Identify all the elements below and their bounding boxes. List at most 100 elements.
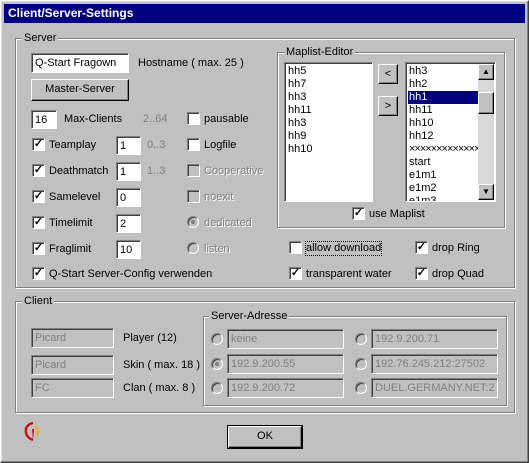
list-item[interactable]: hh7 xyxy=(287,78,372,91)
skin-label: Skin ( max. 18 ) xyxy=(123,359,201,371)
teamplay-checkbox[interactable]: ✓ xyxy=(32,138,45,151)
listen-label: listen xyxy=(204,243,230,255)
max-clients-range: 2..64 xyxy=(143,113,168,125)
cooperative-checkbox[interactable] xyxy=(187,164,200,177)
server-address-label: Server-Adresse xyxy=(209,310,290,322)
list-item[interactable]: hh3 xyxy=(287,117,372,130)
samelevel-checkbox[interactable]: ✓ xyxy=(32,190,45,203)
list-item[interactable]: hh3 xyxy=(408,65,478,78)
cooperative-label: Cooperative xyxy=(204,165,264,177)
move-left-button[interactable]: < xyxy=(378,64,398,84)
allow-download-checkbox[interactable] xyxy=(289,241,302,254)
scroll-down-button[interactable]: ▼ xyxy=(478,184,494,200)
deathmatch-label: Deathmatch xyxy=(49,165,109,177)
samelevel-label: Samelevel xyxy=(49,191,101,203)
deathmatch-range: 1..3 xyxy=(147,165,166,177)
list-item[interactable]: hh2 xyxy=(408,78,478,91)
address-input-6[interactable]: DUEL.GERMANY.NET:2 xyxy=(371,378,498,398)
fraglimit-label: Fraglimit xyxy=(49,243,92,255)
pausable-label: pausable xyxy=(204,113,249,125)
teamplay-input[interactable]: 1 xyxy=(116,136,141,155)
clan-label: Clan ( max. 8 ) xyxy=(123,382,196,394)
list-item[interactable]: hh3 xyxy=(287,91,372,104)
address-radio-2[interactable] xyxy=(355,333,367,345)
list-item[interactable]: hh11 xyxy=(287,104,372,117)
list-item[interactable]: hh11 xyxy=(408,104,478,117)
timelimit-input[interactable]: 2 xyxy=(116,214,141,233)
move-right-button[interactable]: > xyxy=(378,96,398,116)
address-input-1[interactable]: keine xyxy=(227,329,344,349)
hostname-label: Hostname ( max. 25 ) xyxy=(138,57,244,69)
use-maplist-label: use Maplist xyxy=(369,208,425,220)
radio-dot xyxy=(191,220,195,224)
dedicated-label: dedicated xyxy=(204,217,252,229)
settings-window: Client/Server-Settings Server Q-Start Fr… xyxy=(0,0,529,463)
teamplay-range: 0..3 xyxy=(147,139,166,151)
max-clients-label: Max-Clients xyxy=(64,113,123,125)
list-item[interactable]: e1m1 xyxy=(408,169,478,182)
drop-ring-checkbox[interactable]: ✓ xyxy=(415,241,428,254)
samelevel-input[interactable]: 0 xyxy=(116,188,141,207)
address-radio-1[interactable] xyxy=(211,333,223,345)
teamplay-label: Teamplay xyxy=(49,139,97,151)
address-input-3[interactable]: 192.9.200.55 xyxy=(227,354,344,374)
window-title: Client/Server-Settings xyxy=(4,4,525,23)
scroll-thumb[interactable] xyxy=(478,92,494,114)
logfile-label: Logfile xyxy=(204,139,237,151)
logfile-checkbox[interactable] xyxy=(187,138,200,151)
maplist-scrollbar[interactable] xyxy=(478,64,494,200)
list-item[interactable]: ×××××××××××××× xyxy=(408,143,486,156)
transparent-water-checkbox[interactable]: ✓ xyxy=(289,267,302,280)
dedicated-radio[interactable] xyxy=(187,216,199,228)
timelimit-checkbox[interactable]: ✓ xyxy=(32,216,45,229)
address-radio-4[interactable] xyxy=(355,358,367,370)
list-item[interactable]: e1m2 xyxy=(408,182,478,195)
drop-quad-label: drop Quad xyxy=(432,268,484,280)
address-input-4[interactable]: 192.76.245.212:27502 xyxy=(371,354,498,374)
player-label: Player (12) xyxy=(123,332,177,344)
list-item[interactable]: start xyxy=(408,156,478,169)
drop-quad-checkbox[interactable]: ✓ xyxy=(415,267,428,280)
server-config-label: Q-Start Server-Config verwenden xyxy=(49,268,213,280)
skin-input[interactable]: Picard xyxy=(31,355,114,375)
pausable-checkbox[interactable] xyxy=(187,112,200,125)
listen-radio[interactable] xyxy=(187,242,199,254)
timelimit-label: Timelimit xyxy=(49,217,93,229)
deathmatch-checkbox[interactable]: ✓ xyxy=(32,164,45,177)
client-group-label: Client xyxy=(22,295,55,307)
deathmatch-input[interactable]: 1 xyxy=(116,162,141,181)
list-item[interactable]: e1m3 xyxy=(408,195,478,201)
max-clients-input[interactable]: 16 xyxy=(31,110,57,129)
scroll-up-button[interactable]: ▲ xyxy=(478,64,494,80)
list-item[interactable]: hh1 xyxy=(408,91,478,104)
server-group-label: Server xyxy=(22,32,59,44)
transparent-water-label: transparent water xyxy=(306,268,392,280)
list-item[interactable]: hh5 xyxy=(287,65,372,78)
fraglimit-checkbox[interactable]: ✓ xyxy=(32,242,45,255)
drop-ring-label: drop Ring xyxy=(432,242,480,254)
maplist-editor-label: Maplist-Editor xyxy=(284,46,356,58)
address-radio-5[interactable] xyxy=(211,382,223,394)
list-item[interactable]: hh10 xyxy=(408,117,478,130)
quake-logo-icon xyxy=(21,420,45,444)
address-radio-3[interactable] xyxy=(211,358,223,370)
address-radio-6[interactable] xyxy=(355,382,367,394)
use-maplist-checkbox[interactable]: ✓ xyxy=(352,207,365,220)
server-config-checkbox[interactable]: ✓ xyxy=(32,267,45,280)
radio-dot xyxy=(215,362,219,366)
fraglimit-input[interactable]: 10 xyxy=(116,240,141,259)
ok-button[interactable]: OK xyxy=(227,425,303,449)
hostname-input[interactable]: Q-Start Fragown xyxy=(31,53,129,73)
clan-input[interactable]: FC xyxy=(31,378,114,398)
available-maps-list[interactable]: hh5 hh7 hh3 hh11 hh3 hh9 hh10 xyxy=(284,62,373,202)
noexit-checkbox[interactable] xyxy=(187,190,200,203)
list-item[interactable]: hh9 xyxy=(287,130,372,143)
player-input[interactable]: Picard xyxy=(31,328,114,348)
address-input-5[interactable]: 192.9.200.72 xyxy=(227,378,344,398)
master-server-button[interactable]: Master-Server xyxy=(31,79,129,101)
list-item[interactable]: hh10 xyxy=(287,143,372,156)
list-item[interactable]: hh12 xyxy=(408,130,478,143)
allow-download-label: allow download xyxy=(304,241,383,256)
noexit-label: noexit xyxy=(204,191,234,203)
address-input-2[interactable]: 192.9.200.71 xyxy=(371,329,498,349)
